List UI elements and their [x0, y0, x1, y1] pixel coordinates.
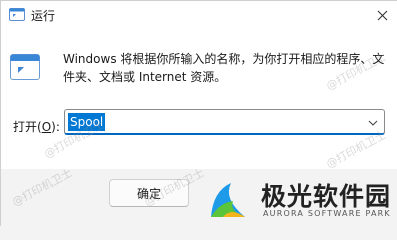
open-label-end: ):: [51, 120, 60, 134]
brand-name: 极光软件园: [261, 182, 392, 211]
close-icon: [377, 10, 387, 20]
dialog-content: Windows 将根据你所输入的名称，为你打开相应的程序、文件夹、文档或 Int…: [1, 29, 397, 169]
dialog-description: Windows 将根据你所输入的名称，为你打开相应的程序、文件夹、文档或 Int…: [63, 52, 385, 84]
aurora-logo-icon: [205, 177, 251, 223]
close-button[interactable]: [366, 1, 397, 29]
open-label: 打开(O):: [13, 118, 60, 135]
brand-watermark: 极光软件园 AURORA SOFTWARE PARK: [201, 173, 397, 227]
run-icon: [9, 8, 25, 21]
brand-subtitle: AURORA SOFTWARE PARK: [263, 209, 391, 218]
ok-button[interactable]: 确定: [109, 179, 189, 207]
title-bar: 运行: [1, 1, 397, 29]
window-title: 运行: [31, 9, 56, 23]
run-large-icon: [10, 54, 40, 80]
combobox-value[interactable]: Spool: [68, 113, 106, 131]
open-combobox[interactable]: Spool: [64, 109, 385, 135]
run-dialog: 运行 Windows 将根据你所输入的名称，为你打开相应的程序、文件夹、文档或 …: [0, 0, 397, 227]
chevron-down-icon[interactable]: [368, 117, 378, 127]
open-label-text: 打开(: [13, 120, 42, 134]
open-label-accelerator: O: [41, 120, 52, 134]
